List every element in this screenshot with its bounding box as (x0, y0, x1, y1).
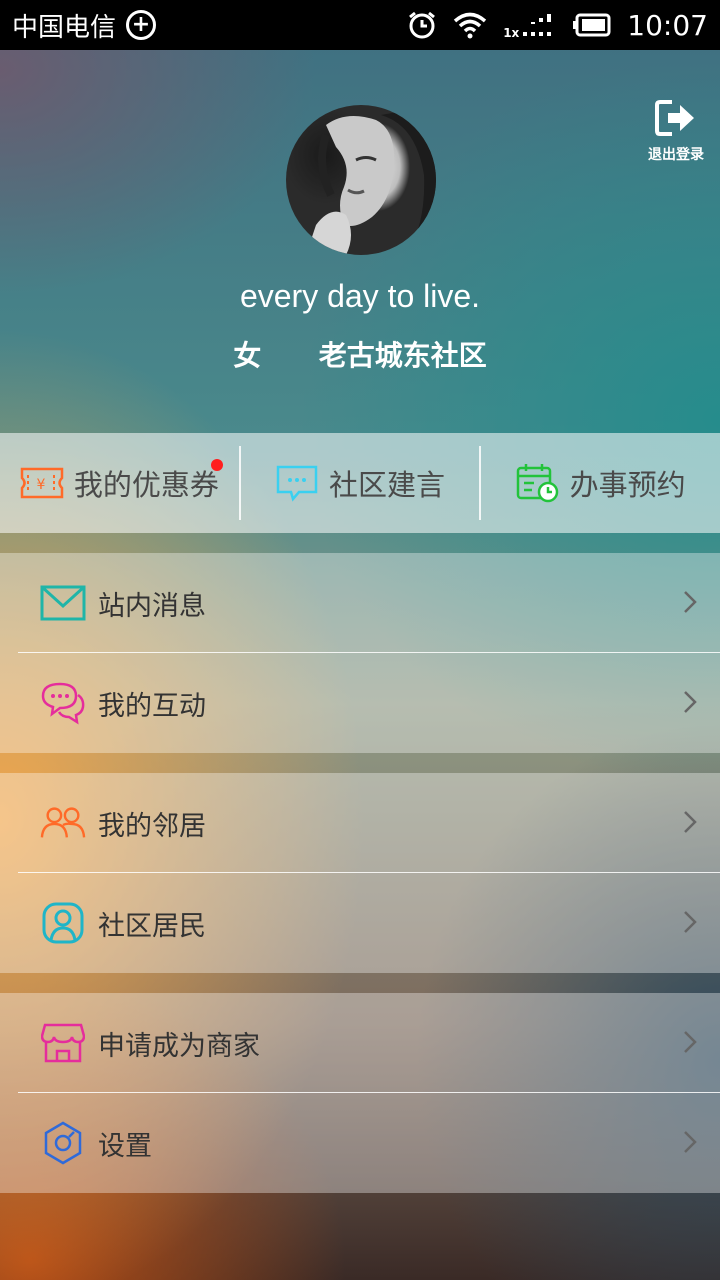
mail-icon (40, 580, 86, 626)
chat-icon (40, 680, 86, 726)
user-info: 女 老古城东社区 (0, 334, 720, 374)
people-icon (40, 800, 86, 846)
menu-item-interactions[interactable]: 我的互动 (0, 653, 720, 753)
chevron-right-icon (684, 1131, 697, 1153)
battery-icon (573, 13, 611, 37)
appointment-label: 办事预约 (569, 468, 686, 502)
menu-item-label: 社区居民 (98, 910, 206, 942)
svg-text:¥: ¥ (36, 477, 45, 493)
menu-item-residents[interactable]: 社区居民 (0, 873, 720, 973)
wifi-icon (453, 11, 487, 39)
menu-item-settings[interactable]: 设置 (0, 1093, 720, 1193)
chat-bubble-icon (276, 465, 318, 502)
menu-group-neighbors: 我的邻居 社区居民 (0, 773, 720, 973)
chevron-right-icon (684, 591, 697, 613)
user-community: 老古城东社区 (318, 339, 487, 372)
residents-icon (40, 900, 86, 946)
menu-item-label: 申请成为商家 (98, 1030, 260, 1062)
chevron-right-icon (684, 911, 697, 933)
user-signature: every day to live. (239, 278, 481, 314)
chevron-right-icon (684, 691, 697, 713)
community-suggestion-label: 社区建言 (329, 468, 446, 502)
network-type: 1x (503, 26, 520, 40)
menu-item-label: 我的邻居 (98, 810, 206, 842)
menu-item-messages[interactable]: 站内消息 (0, 553, 720, 653)
menu-item-neighbors[interactable]: 我的邻居 (0, 773, 720, 873)
menu-item-label: 站内消息 (98, 590, 206, 622)
status-bar: 中国电信 + 1x 10:07 (0, 0, 720, 50)
coupons-button[interactable]: ¥ 我的优惠券 (0, 433, 239, 533)
coupon-icon: ¥ (20, 467, 64, 499)
calendar-clock-icon (516, 464, 558, 503)
quick-actions-bar: ¥ 我的优惠券 社区建言 办事预约 (0, 433, 720, 533)
menu-item-label: 设置 (98, 1130, 152, 1162)
menu-group-merchant: 申请成为商家 设置 (0, 993, 720, 1193)
logout-label: 退出登录 (648, 147, 704, 163)
appointment-button[interactable]: 办事预约 (479, 446, 720, 520)
avatar-portrait (306, 105, 436, 255)
settings-icon (40, 1120, 86, 1166)
logout-icon (655, 100, 694, 136)
unread-badge (210, 459, 223, 471)
avatar[interactable] (286, 105, 436, 255)
chevron-right-icon (684, 1031, 697, 1053)
plus-icon: + (126, 10, 157, 40)
menu-item-label: 我的互动 (98, 690, 206, 722)
user-gender: 女 (233, 339, 262, 372)
signal-icon: 1x (503, 10, 557, 40)
community-suggestion-button[interactable]: 社区建言 (238, 446, 480, 520)
carrier-name: 中国电信 (12, 12, 117, 43)
clock: 10:07 (627, 8, 708, 42)
store-icon (40, 1020, 86, 1066)
menu-group-messages: 站内消息 我的互动 (0, 553, 720, 753)
alarm-icon (407, 10, 437, 40)
logout-button[interactable]: 退出登录 (644, 98, 708, 164)
chevron-right-icon (684, 811, 697, 833)
menu-item-apply-merchant[interactable]: 申请成为商家 (0, 993, 720, 1093)
coupons-label: 我的优惠券 (73, 468, 219, 502)
